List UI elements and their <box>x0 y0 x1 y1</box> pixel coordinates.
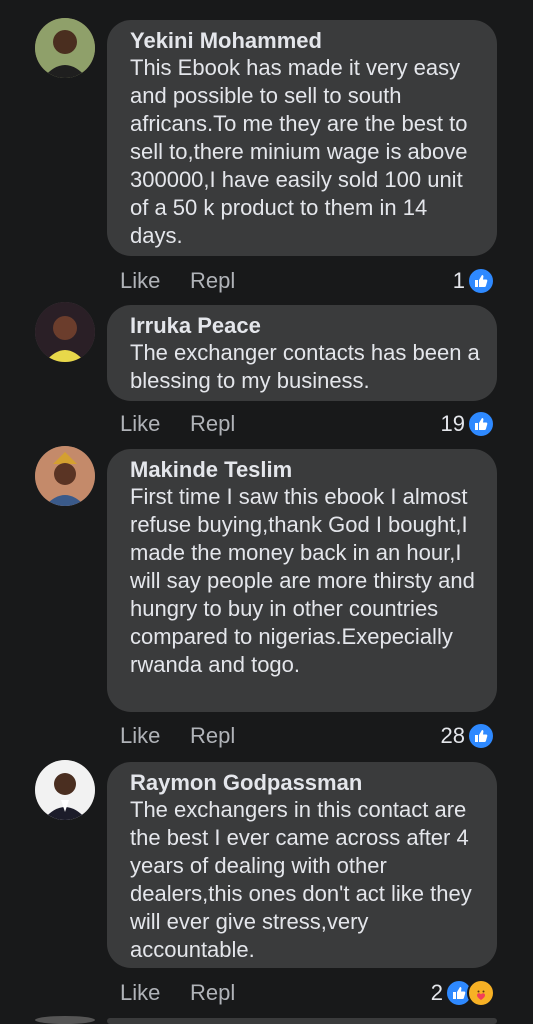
comment-author[interactable]: Yekini Mohammed <box>130 28 483 54</box>
avatar[interactable] <box>35 18 95 78</box>
reaction-summary[interactable]: 2 <box>431 978 495 1008</box>
like-button[interactable]: Like <box>120 409 160 439</box>
reaction-summary[interactable]: 1 <box>453 266 495 296</box>
like-icon <box>467 410 495 438</box>
comment-author[interactable]: Makinde Teslim <box>130 457 483 483</box>
comment-bubble[interactable]: Raymon Godpassman The exchangers in this… <box>107 762 497 968</box>
comment-bubble[interactable]: Yekini Mohammed This Ebook has made it v… <box>107 20 497 256</box>
like-button[interactable]: Like <box>120 721 160 751</box>
like-icon <box>467 722 495 750</box>
avatar[interactable] <box>35 302 95 362</box>
comment-author[interactable]: Irruka Peace <box>130 313 483 339</box>
care-icon <box>467 979 495 1007</box>
comment-bubble[interactable]: Irruka Peace The exchanger contacts has … <box>107 305 497 401</box>
comment-actions: Like Repl 19 <box>120 409 495 439</box>
reaction-count: 1 <box>452 268 465 293</box>
comment-text: The exchanger contacts has been a blessi… <box>130 340 480 393</box>
reply-button[interactable]: Repl <box>190 266 235 296</box>
comment-bubble[interactable]: Makinde Teslim First time I saw this ebo… <box>107 449 497 712</box>
comment-text: The exchangers in this contact are the b… <box>130 797 472 962</box>
comment-author[interactable]: Raymon Godpassman <box>130 770 483 796</box>
reply-button[interactable]: Repl <box>190 409 235 439</box>
reaction-count: 19 <box>440 411 465 436</box>
comment-actions: Like Repl 28 <box>120 721 495 751</box>
comment-text: First time I saw this ebook I almost ref… <box>130 484 475 677</box>
reaction-summary[interactable]: 28 <box>441 721 495 751</box>
avatar[interactable] <box>35 1016 95 1024</box>
like-button[interactable]: Like <box>120 978 160 1008</box>
comment-bubble[interactable] <box>107 1018 497 1024</box>
comment-actions: Like Repl 1 <box>120 266 495 296</box>
reaction-count: 28 <box>440 723 465 748</box>
reply-button[interactable]: Repl <box>190 978 235 1008</box>
reaction-count: 2 <box>430 980 443 1005</box>
comment-actions: Like Repl 2 <box>120 978 495 1008</box>
like-icon <box>467 267 495 295</box>
comment-text: This Ebook has made it very easy and pos… <box>130 55 468 248</box>
avatar[interactable] <box>35 446 95 506</box>
reaction-summary[interactable]: 19 <box>441 409 495 439</box>
reply-button[interactable]: Repl <box>190 721 235 751</box>
like-button[interactable]: Like <box>120 266 160 296</box>
avatar[interactable] <box>35 760 95 820</box>
